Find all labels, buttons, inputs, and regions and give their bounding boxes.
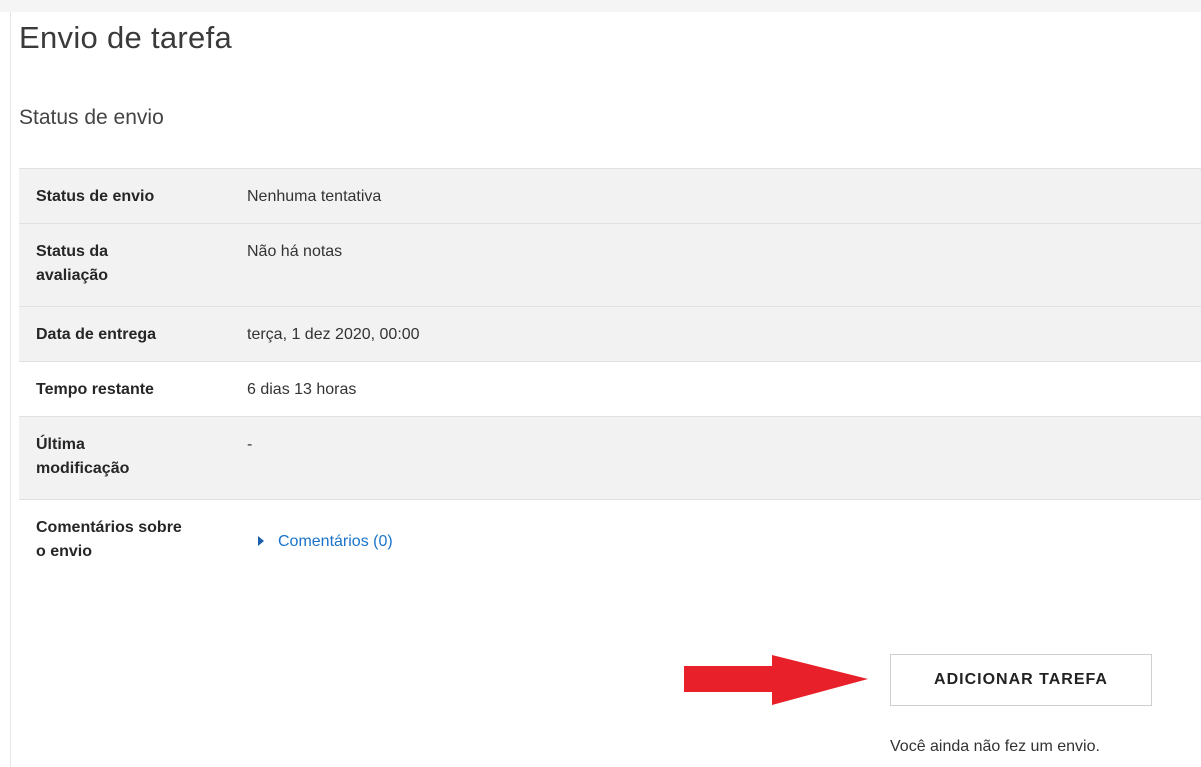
row-value: Nenhuma tentativa: [247, 168, 1201, 224]
top-bar: [0, 0, 1201, 12]
left-border: [10, 12, 11, 767]
arrow-shape: [684, 655, 868, 705]
table-row: Comentários sobre o envio Comentários (0…: [19, 499, 1201, 610]
page-title: Envio de tarefa: [19, 20, 233, 55]
section-title: Status de envio: [19, 106, 164, 129]
row-value: Comentários (0): [247, 499, 1201, 610]
comments-link[interactable]: Comentários (0): [278, 533, 393, 550]
table-row: Status da avaliação Não há notas: [19, 223, 1201, 307]
row-value: 6 dias 13 horas: [247, 361, 1201, 417]
table-row: Última modificação -: [19, 416, 1201, 500]
submission-note: Você ainda não fez um envio.: [890, 738, 1100, 755]
row-label: Tempo restante: [19, 361, 247, 417]
table-row: Data de entrega terça, 1 dez 2020, 00:00: [19, 306, 1201, 362]
submission-status-table: Status de envio Nenhuma tentativa Status…: [19, 168, 1201, 610]
row-label: Data de entrega: [19, 306, 247, 362]
add-submission-button[interactable]: ADICIONAR TAREFA: [890, 654, 1152, 706]
row-label: Status de envio: [19, 168, 247, 224]
arrow-right-icon: [684, 655, 868, 705]
row-value: terça, 1 dez 2020, 00:00: [247, 306, 1201, 362]
caret-right-icon[interactable]: [258, 535, 264, 546]
row-label: Status da avaliação: [19, 223, 247, 307]
row-value: Não há notas: [247, 223, 1201, 307]
row-label: Comentários sobre o envio: [19, 499, 247, 610]
table-row: Tempo restante 6 dias 13 horas: [19, 361, 1201, 417]
row-value: -: [247, 416, 1201, 500]
row-label-text: Comentários sobre o envio: [36, 519, 182, 560]
table-row: Status de envio Nenhuma tentativa: [19, 168, 1201, 224]
row-label-text: Status da avaliação: [36, 243, 109, 284]
row-label-text: Última modificação: [36, 436, 130, 477]
row-label: Última modificação: [19, 416, 247, 500]
